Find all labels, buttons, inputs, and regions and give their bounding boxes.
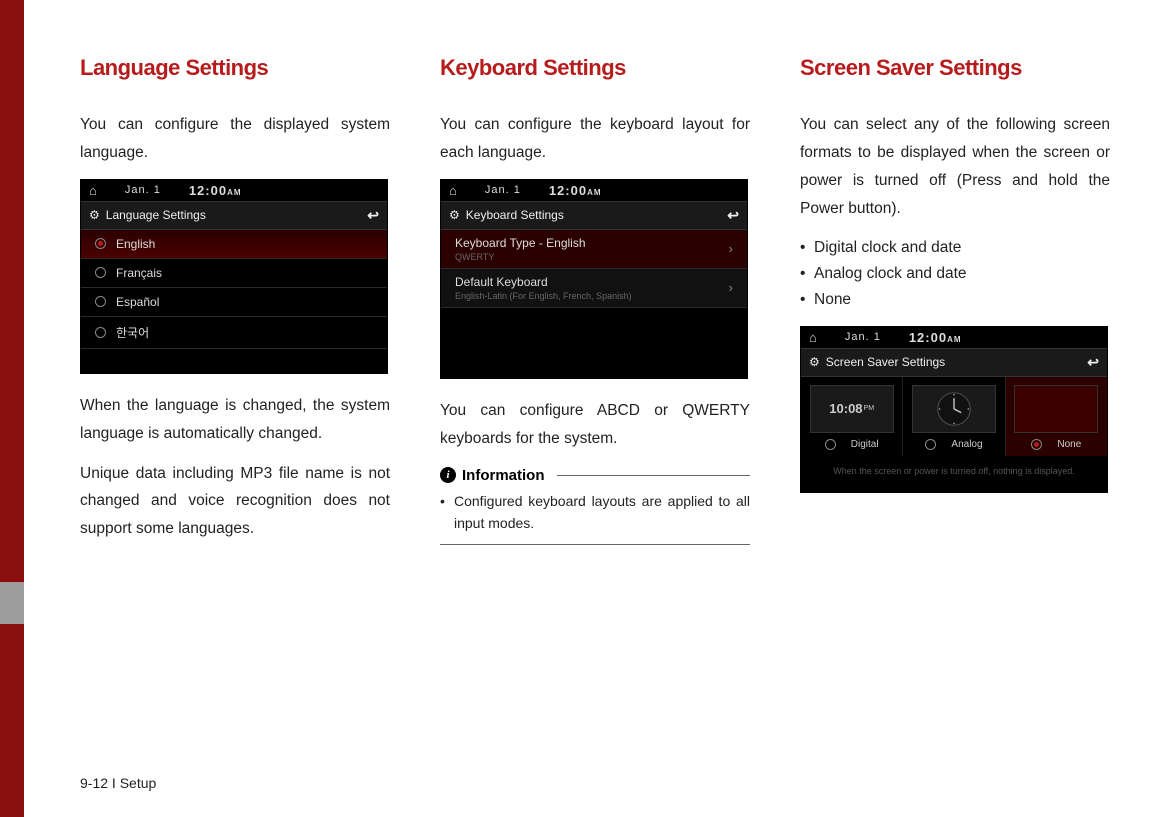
para-language-2: Unique data including MP3 file name is n… <box>80 460 390 544</box>
gear-icon: ⚙ <box>449 208 460 222</box>
info-text: Configured keyboard layouts are applied … <box>440 490 750 535</box>
home-icon: ⌂ <box>809 330 817 345</box>
keyboard-type-row[interactable]: Keyboard Type - English QWERTY › <box>441 230 747 269</box>
gear-icon: ⚙ <box>89 208 100 222</box>
keyboard-list: Keyboard Type - English QWERTY › Default… <box>441 230 747 378</box>
bullet-item: None <box>800 287 1110 313</box>
para-language-1: When the language is changed, the sys­te… <box>80 392 390 448</box>
status-bar: ⌂ Jan. 1 12:00AM <box>441 180 747 201</box>
screensaver-option-digital[interactable]: 10:08PM Digital <box>801 377 903 456</box>
column-language: Language Settings You can configure the … <box>80 55 390 555</box>
option-label: English <box>116 237 155 251</box>
information-block: i Information Configured keyboard layout… <box>440 467 750 546</box>
home-icon: ⌂ <box>89 183 97 198</box>
screensaver-bullet-list: Digital clock and date Analog clock and … <box>800 235 1110 314</box>
back-icon: ↩ <box>1087 354 1099 371</box>
screen-title: Keyboard Settings <box>466 208 564 222</box>
language-list: English Français Español 한국어 <box>81 230 387 373</box>
screen-title-bar: ⚙ Keyboard Settings ↩ <box>441 201 747 230</box>
default-keyboard-row[interactable]: Default Keyboard English-Latin (For Engl… <box>441 269 747 308</box>
preview-none <box>1014 385 1098 433</box>
row-sub: English-Latin (For English, French, Span… <box>455 291 632 301</box>
status-date: Jan. 1 <box>125 184 161 196</box>
screensaver-options: 10:08PM Digital <box>801 377 1107 456</box>
language-option-english[interactable]: English <box>81 230 387 259</box>
device-screenshot-keyboard: ⌂ Jan. 1 12:00AM ⚙ Keyboard Settings ↩ Ke… <box>440 179 748 379</box>
chevron-right-icon: › <box>729 280 733 295</box>
bullet-item: Digital clock and date <box>800 235 1110 261</box>
option-label: Español <box>116 295 159 309</box>
intro-language: You can configure the displayed system l… <box>80 111 390 167</box>
status-bar: ⌂ Jan. 1 12:00AM <box>801 327 1107 348</box>
device-screenshot-language: ⌂ Jan. 1 12:00AM ⚙ Language Settings ↩ En… <box>80 179 388 374</box>
screen-title: Language Settings <box>106 208 206 222</box>
back-icon: ↩ <box>727 207 739 224</box>
option-label: Français <box>116 266 162 280</box>
screen-title-bar: ⚙ Language Settings ↩ <box>81 201 387 230</box>
radio-icon <box>95 296 106 307</box>
heading-screensaver: Screen Saver Settings <box>800 55 1110 81</box>
screensaver-caption: When the screen or power is turned off, … <box>801 456 1107 492</box>
row-main: Default Keyboard <box>455 275 632 289</box>
page-footer: 9-12 I Setup <box>80 775 156 791</box>
status-date: Jan. 1 <box>485 184 521 196</box>
para-keyboard-1: You can configure ABCD or QWERTY keyboar… <box>440 397 750 453</box>
language-option-korean[interactable]: 한국어 <box>81 317 387 349</box>
option-label: Analog <box>951 439 982 450</box>
row-main: Keyboard Type - English <box>455 236 586 250</box>
sidebar-accent <box>0 0 24 817</box>
option-label: 한국어 <box>116 324 149 341</box>
info-icon: i <box>440 467 456 483</box>
screen-title-bar: ⚙ Screen Saver Settings ↩ <box>801 348 1107 377</box>
gear-icon: ⚙ <box>809 355 820 369</box>
language-option-espanol[interactable]: Español <box>81 288 387 317</box>
status-time: 12:00AM <box>189 183 242 198</box>
row-sub: QWERTY <box>455 252 586 262</box>
preview-analog <box>912 385 996 433</box>
clock-icon <box>936 391 972 427</box>
device-screenshot-screensaver: ⌂ Jan. 1 12:00AM ⚙ Screen Saver Settings … <box>800 326 1108 493</box>
column-screensaver: Screen Saver Settings You can select any… <box>800 55 1110 555</box>
heading-language: Language Settings <box>80 55 390 81</box>
page-content: Language Settings You can configure the … <box>80 55 1123 777</box>
preview-digital: 10:08PM <box>810 385 894 433</box>
radio-icon <box>925 439 936 450</box>
sidebar-tab <box>0 582 24 624</box>
radio-icon <box>95 327 106 338</box>
screen-title: Screen Saver Settings <box>826 355 945 369</box>
option-label: Digital <box>851 439 879 450</box>
radio-icon <box>825 439 836 450</box>
screensaver-option-analog[interactable]: Analog <box>903 377 1005 456</box>
intro-keyboard: You can configure the keyboard layout fo… <box>440 111 750 167</box>
status-date: Jan. 1 <box>845 331 881 343</box>
status-time: 12:00AM <box>909 330 962 345</box>
language-option-francais[interactable]: Français <box>81 259 387 288</box>
radio-icon <box>1031 439 1042 450</box>
radio-icon <box>95 238 106 249</box>
heading-keyboard: Keyboard Settings <box>440 55 750 81</box>
status-time: 12:00AM <box>549 183 602 198</box>
screensaver-option-none[interactable]: None <box>1006 377 1107 456</box>
info-title: Information <box>462 467 545 484</box>
status-bar: ⌂ Jan. 1 12:00AM <box>81 180 387 201</box>
back-icon: ↩ <box>367 207 379 224</box>
chevron-right-icon: › <box>729 241 733 256</box>
home-icon: ⌂ <box>449 183 457 198</box>
bullet-item: Analog clock and date <box>800 261 1110 287</box>
option-label: None <box>1057 439 1081 450</box>
column-keyboard: Keyboard Settings You can configure the … <box>440 55 750 555</box>
intro-screensaver: You can select any of the following scre… <box>800 111 1110 223</box>
radio-icon <box>95 267 106 278</box>
